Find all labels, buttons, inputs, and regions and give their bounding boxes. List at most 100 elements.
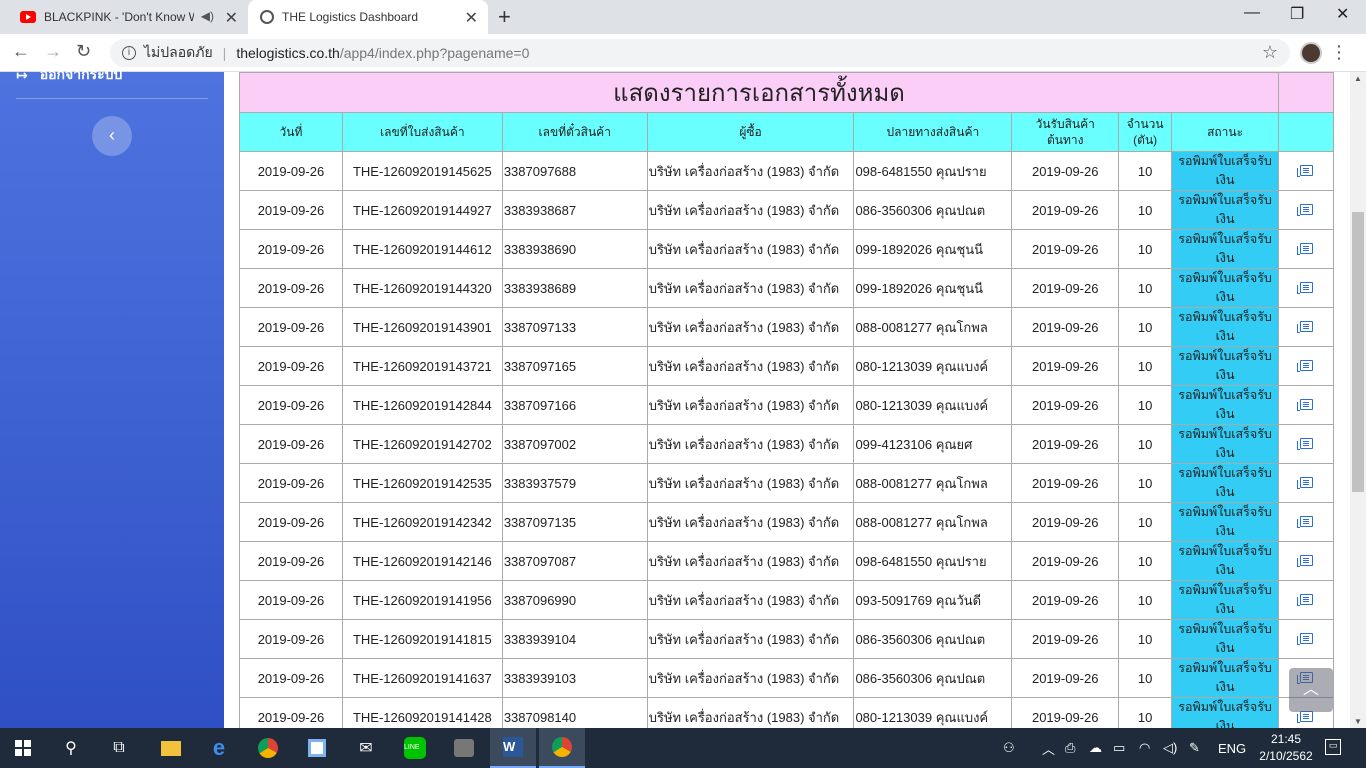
scroll-thumb[interactable] xyxy=(1352,212,1364,492)
cell-ticket: 3383939103 xyxy=(501,658,648,698)
reload-icon[interactable]: ↻ xyxy=(76,41,91,62)
view-document-icon[interactable] xyxy=(1296,242,1313,255)
cell-invoice: THE-126092019143721 xyxy=(341,346,503,386)
back-icon[interactable]: ← xyxy=(12,41,30,62)
cell-action xyxy=(1278,151,1334,191)
volume-icon[interactable]: ◁) xyxy=(1163,728,1177,768)
view-document-icon[interactable] xyxy=(1296,203,1313,216)
cell-status: รอพิมพ์ใบเสร็จรับเงิน xyxy=(1171,424,1280,464)
cell-ticket: 3387097087 xyxy=(501,541,648,581)
camera-app-icon[interactable] xyxy=(441,728,487,768)
notification-icon[interactable]: ▭ xyxy=(1325,739,1341,755)
view-document-icon[interactable] xyxy=(1296,320,1313,333)
mail-icon[interactable]: ✉ xyxy=(343,728,389,768)
new-tab-button[interactable]: + xyxy=(498,4,511,30)
cell-quantity: 10 xyxy=(1118,463,1173,503)
speaker-icon[interactable]: ◀) xyxy=(201,9,214,23)
cell-ticket: 3383937579 xyxy=(501,463,648,503)
cell-ticket: 3387098140 xyxy=(501,697,648,728)
scroll-down-icon[interactable]: ▼ xyxy=(1354,717,1362,726)
menu-icon[interactable]: ⋮ xyxy=(1330,42,1348,63)
cell-quantity: 10 xyxy=(1118,619,1173,659)
people-icon[interactable]: ⚇ xyxy=(1003,728,1015,768)
cell-invoice: THE-126092019145625 xyxy=(341,151,503,191)
cell-destination: 080-1213039 คุณแบงค์ xyxy=(853,697,1013,728)
store-icon[interactable] xyxy=(294,728,340,768)
cell-buyer: บริษัท เครื่องก่อสร้าง (1983) จำกัด xyxy=(646,541,855,581)
task-view-icon[interactable]: ⧉ xyxy=(96,728,142,768)
view-document-icon[interactable] xyxy=(1296,593,1313,606)
sidebar-toggle-button[interactable]: ‹ xyxy=(92,116,132,156)
table-row: 2019-09-26 THE-126092019141428 3387098140 บ… xyxy=(239,697,1334,728)
bookmark-star-icon[interactable]: ☆ xyxy=(1262,42,1278,63)
table-row: 2019-09-26 THE-126092019143721 3387097165 บ… xyxy=(239,346,1334,386)
cell-pickup-date: 2019-09-26 xyxy=(1011,307,1120,347)
onedrive-icon[interactable]: ☁ xyxy=(1089,728,1102,768)
cell-ticket: 3387096990 xyxy=(501,580,648,620)
view-document-icon[interactable] xyxy=(1296,632,1313,645)
chrome-active-icon[interactable] xyxy=(539,728,585,768)
table-title: แสดงรายการเอกสารทั้งหมด xyxy=(238,72,1280,113)
cell-destination: 080-1213039 คุณแบงค์ xyxy=(853,346,1013,386)
language-indicator[interactable]: ENG xyxy=(1218,728,1246,768)
sidebar-item-logout[interactable]: ↦ ออกจากระบบ xyxy=(16,64,122,86)
tab-youtube[interactable]: BLACKPINK - 'Don't Know W ◀) ✕ xyxy=(8,0,248,34)
avatar[interactable] xyxy=(1300,42,1322,64)
cell-invoice: THE-126092019141815 xyxy=(341,619,503,659)
edge-icon[interactable]: e xyxy=(196,728,242,768)
table-row: 2019-09-26 THE-126092019141637 3383939103 บ… xyxy=(239,658,1334,698)
header-buyer: ผู้ซื้อ xyxy=(646,112,855,152)
view-document-icon[interactable] xyxy=(1296,476,1313,489)
close-window-icon[interactable]: ✕ xyxy=(1336,4,1349,24)
table-row: 2019-09-26 THE-126092019142342 3387097135 บ… xyxy=(239,502,1334,542)
view-document-icon[interactable] xyxy=(1296,515,1313,528)
header-quantity: จำนวน (ตัน) xyxy=(1118,112,1173,152)
file-explorer-icon[interactable] xyxy=(148,728,194,768)
view-document-icon[interactable] xyxy=(1296,164,1313,177)
cell-buyer: บริษัท เครื่องก่อสร้าง (1983) จำกัด xyxy=(646,502,855,542)
close-tab-icon[interactable]: ✕ xyxy=(225,8,238,28)
cell-ticket: 3387097166 xyxy=(501,385,648,425)
cell-buyer: บริษัท เครื่องก่อสร้าง (1983) จำกัด xyxy=(646,658,855,698)
page-scrollbar[interactable]: ▲ ▼ xyxy=(1350,72,1366,728)
cell-action xyxy=(1278,307,1334,347)
word-icon[interactable]: W xyxy=(490,728,536,768)
start-button[interactable] xyxy=(0,728,46,768)
cell-invoice: THE-126092019142702 xyxy=(341,424,503,464)
tab-logistics-dashboard[interactable]: THE Logistics Dashboard ✕ xyxy=(248,0,488,34)
view-document-icon[interactable] xyxy=(1296,437,1313,450)
wifi-icon[interactable]: ◠ xyxy=(1139,728,1150,768)
cell-destination: 098-6481550 คุณปราย xyxy=(853,541,1013,581)
sidebar: ↦ ออกจากระบบ ‹ xyxy=(0,66,224,728)
minimize-icon[interactable]: — xyxy=(1244,4,1260,22)
info-icon[interactable]: i xyxy=(122,46,136,60)
scroll-to-top-button[interactable]: ︿ xyxy=(1289,668,1333,712)
view-document-icon[interactable] xyxy=(1296,554,1313,567)
view-document-icon[interactable] xyxy=(1296,359,1313,372)
cell-buyer: บริษัท เครื่องก่อสร้าง (1983) จำกัด xyxy=(646,463,855,503)
forward-icon[interactable]: → xyxy=(44,41,62,62)
security-label[interactable]: ไม่ปลอดภัย xyxy=(144,42,213,64)
search-icon[interactable]: ⚲ xyxy=(48,728,94,768)
view-document-icon[interactable] xyxy=(1296,710,1313,723)
restore-icon[interactable]: ❐ xyxy=(1290,4,1304,24)
cell-date: 2019-09-26 xyxy=(239,151,343,191)
view-document-icon[interactable] xyxy=(1296,398,1313,411)
pen-icon[interactable]: ✎ xyxy=(1189,728,1200,768)
cell-quantity: 10 xyxy=(1118,151,1173,191)
printer-icon[interactable]: ⎙ xyxy=(1065,728,1075,768)
system-clock[interactable]: 21:45 2/10/2562 xyxy=(1255,731,1317,765)
cell-date: 2019-09-26 xyxy=(239,346,343,386)
show-hidden-icons[interactable]: ︿ xyxy=(1042,728,1055,768)
header-date: วันที่ xyxy=(239,112,343,152)
table-row: 2019-09-26 THE-126092019142844 3387097166 บ… xyxy=(239,385,1334,425)
scroll-up-icon[interactable]: ▲ xyxy=(1354,74,1362,83)
cell-pickup-date: 2019-09-26 xyxy=(1011,658,1120,698)
battery-icon[interactable]: ▭ xyxy=(1113,728,1125,768)
chrome-icon[interactable] xyxy=(245,728,291,768)
close-tab-icon[interactable]: ✕ xyxy=(465,8,478,28)
view-document-icon[interactable] xyxy=(1296,281,1313,294)
address-bar[interactable]: i ไม่ปลอดภัย | thelogistics.co.th/app4/i… xyxy=(110,39,1290,67)
line-icon[interactable]: LINE xyxy=(392,728,438,768)
cell-quantity: 10 xyxy=(1118,424,1173,464)
